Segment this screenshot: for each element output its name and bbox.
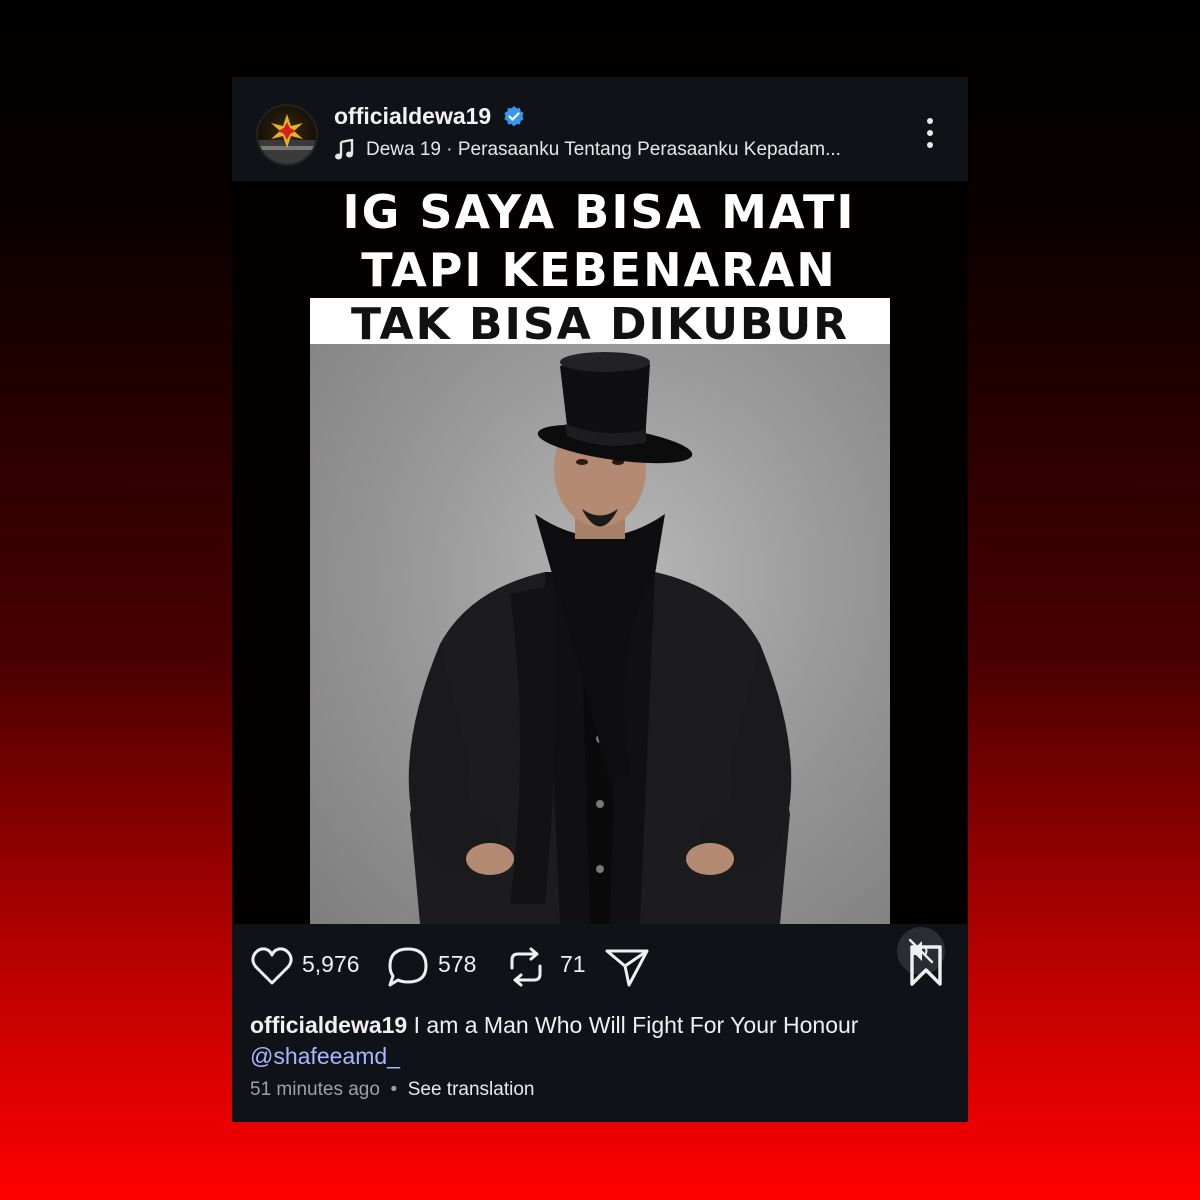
comment-count[interactable]: 578 (438, 951, 476, 978)
post-meta: 51 minutes ago • See translation (250, 1079, 534, 1101)
caption-text: I am a Man Who Will Fight For Your Honou… (413, 1012, 859, 1038)
post-photo (310, 344, 890, 924)
more-vertical-icon[interactable] (920, 115, 940, 151)
post-caption: officialdewa19 I am a Man Who Will Fight… (250, 1010, 950, 1072)
username[interactable]: officialdewa19 (334, 103, 491, 130)
like-count[interactable]: 5,976 (302, 951, 360, 978)
post-card: officialdewa19 Dewa 19 · Perasaanku Tent… (232, 77, 968, 1122)
verified-badge-icon (504, 106, 524, 127)
caption-username[interactable]: officialdewa19 (250, 1012, 407, 1038)
overlay-text-line-1: IG SAYA BISA MATI (342, 185, 856, 239)
man-in-top-hat-illustration (408, 352, 792, 924)
overlay-text-line-2: TAPI KEBENARAN (361, 243, 837, 297)
comment-icon[interactable] (386, 946, 430, 988)
post-timestamp: 51 minutes ago (250, 1079, 380, 1100)
action-bar: 5,976 578 71 (232, 924, 968, 1014)
logo-star-icon (258, 114, 316, 164)
post-header: officialdewa19 Dewa 19 · Perasaanku Tent… (232, 77, 968, 181)
send-icon[interactable] (604, 946, 650, 988)
repost-icon[interactable] (506, 946, 546, 988)
avatar[interactable] (256, 104, 318, 166)
music-note-icon (335, 139, 354, 160)
heart-icon[interactable] (250, 946, 294, 986)
caption-mention-link[interactable]: @shafeeamd_ (250, 1043, 400, 1069)
post-media[interactable]: IG SAYA BISA MATI TAPI KEBENARAN TAK BIS… (232, 181, 968, 975)
meta-separator: • (390, 1079, 398, 1100)
bookmark-icon[interactable] (908, 944, 944, 988)
overlay-text-line-3: TAK BISA DIKUBUR (350, 299, 850, 350)
repost-count[interactable]: 71 (560, 951, 586, 978)
see-translation-link[interactable]: See translation (408, 1079, 535, 1100)
music-track-link[interactable]: Dewa 19 · Perasaanku Tentang Perasaanku … (366, 139, 841, 161)
